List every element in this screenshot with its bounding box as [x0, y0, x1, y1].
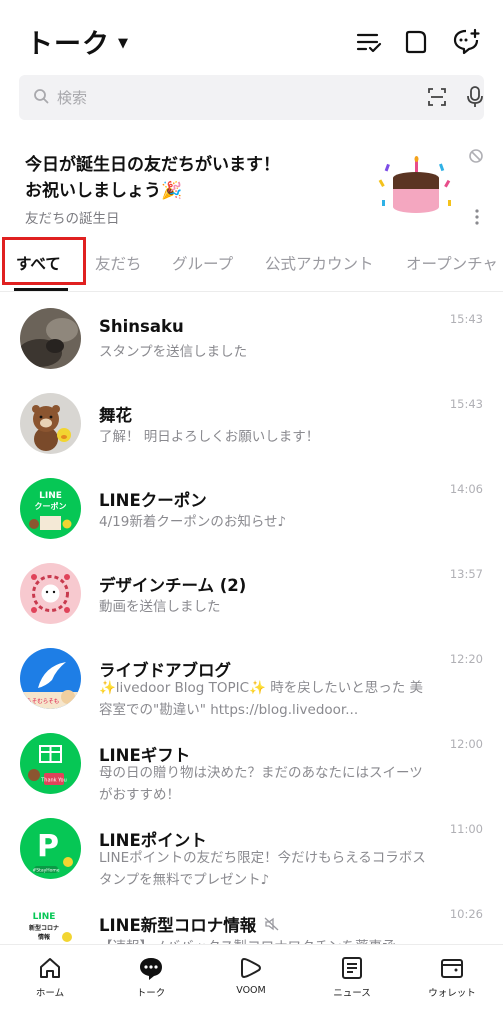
- nav-talk[interactable]: トーク: [111, 955, 191, 999]
- talk-icon: [140, 958, 162, 980]
- svg-text:#StayHome: #StayHome: [32, 868, 59, 874]
- tab-highlight-box: [2, 237, 86, 285]
- chat-filter-tabs: すべて 友だち グループ 公式アカウント オープンチャ: [0, 236, 503, 292]
- muted-icon: [264, 917, 279, 931]
- search-bar[interactable]: 検索: [19, 75, 484, 120]
- svg-text:情報: 情報: [38, 933, 51, 941]
- nav-wallet[interactable]: ウォレット: [412, 955, 492, 999]
- page-title-dropdown[interactable]: トーク ▼: [26, 22, 129, 61]
- chat-row-line-points[interactable]: P #StayHome LINEポイント LINEポイントの友だち限定！今だけも…: [0, 807, 503, 892]
- nav-label: トーク: [136, 988, 166, 999]
- svg-text:LINE: LINE: [33, 912, 56, 922]
- chat-last-message: 了解！ 明日よろしくお願いします！: [99, 429, 320, 445]
- chat-time: 15:43: [449, 397, 483, 411]
- avatar: Thank You: [20, 733, 81, 794]
- microphone-icon[interactable]: [465, 85, 485, 109]
- nav-home[interactable]: ホーム: [10, 955, 90, 999]
- nav-label: ホーム: [35, 988, 65, 999]
- edit-list-icon[interactable]: [355, 28, 383, 56]
- chat-last-message: ✨livedoor Blog TOPIC✨ 時を戻したいと思った 美容室での"勘…: [99, 680, 423, 718]
- avatar: LINE クーポン: [20, 478, 81, 539]
- active-tab-indicator: [14, 288, 68, 291]
- chat-row-design-team[interactable]: デザインチーム (2) 動画を送信しました 13:57: [0, 552, 503, 637]
- nav-label: ウォレット: [428, 988, 476, 999]
- nav-label: ニュース: [333, 988, 371, 999]
- avatar: ひらそむらそも: [20, 648, 81, 709]
- page-title: トーク: [26, 29, 110, 60]
- tab-openchat[interactable]: オープンチャ: [406, 252, 498, 274]
- tab-official-accounts[interactable]: 公式アカウント: [265, 252, 374, 274]
- chat-last-message: 母の日の贈り物は決めた？まだのあなたにはスイーツがおすすめ！: [99, 765, 423, 803]
- chat-time: 15:43: [449, 312, 483, 326]
- chat-name: LINE新型コロナ情報: [99, 912, 280, 936]
- chat-last-message: スタンプを送信しました: [99, 344, 248, 360]
- avatar: [20, 563, 81, 624]
- banner-line-1: 今日が誕生日の友だちがいます！: [25, 155, 280, 175]
- qr-scan-icon[interactable]: [427, 87, 447, 107]
- birthday-banner[interactable]: 今日が誕生日の友だちがいます！ お祝いしましょう🎉 友だちの誕生日: [0, 140, 503, 230]
- chat-time: 10:26: [449, 907, 483, 921]
- chat-last-message: LINEポイントの友だち限定！今だけもらえるコラボスタンプを無料でプレゼント♪: [99, 850, 426, 888]
- chat-row-line-coupon[interactable]: LINE クーポン LINEクーポン 4/19新着クーポンのお知らせ♪ 14:0…: [0, 467, 503, 552]
- bottom-nav: ホーム トーク VOOM ニュース ウォレット: [0, 944, 503, 1024]
- chat-name: 舞花: [99, 406, 132, 425]
- svg-text:ひらそむらそも: ひらそむらそも: [21, 698, 60, 705]
- banner-line-2: お祝いしましょう🎉: [25, 181, 183, 201]
- more-icon[interactable]: [474, 208, 480, 226]
- chat-time: 13:57: [449, 567, 483, 581]
- nav-news[interactable]: ニュース: [312, 955, 392, 999]
- chat-time: 11:00: [449, 822, 483, 836]
- nav-voom[interactable]: VOOM: [211, 955, 291, 996]
- chat-row-line-gift[interactable]: Thank You LINEギフト 母の日の贈り物は決めた？まだのあなたにはスイ…: [0, 722, 503, 807]
- svg-text:P: P: [37, 829, 59, 864]
- wallet-icon: [441, 959, 463, 978]
- hide-icon[interactable]: [468, 148, 484, 164]
- banner-title: 今日が誕生日の友だちがいます！ お祝いしましょう🎉: [25, 152, 345, 204]
- voom-icon: [241, 958, 261, 978]
- square-icon[interactable]: [402, 28, 430, 56]
- tab-groups[interactable]: グループ: [172, 252, 233, 274]
- svg-text:新型コロナ: 新型コロナ: [29, 924, 59, 932]
- new-chat-icon[interactable]: [452, 28, 480, 56]
- nav-label: VOOM: [236, 985, 266, 996]
- chat-last-message: 4/19新着クーポンのお知らせ♪: [99, 514, 287, 530]
- cake-icon: [378, 156, 451, 213]
- chat-name: デザインチーム (2): [99, 576, 247, 595]
- chat-last-message: 動画を送信しました: [99, 599, 221, 615]
- chat-time: 12:00: [449, 737, 483, 751]
- chat-name-text: LINE新型コロナ情報: [99, 916, 257, 935]
- home-icon: [40, 958, 60, 978]
- svg-text:LINE: LINE: [39, 491, 62, 501]
- avatar: [20, 393, 81, 454]
- chat-name: Shinsaku: [99, 317, 184, 336]
- chat-row-maika[interactable]: 舞花 了解！ 明日よろしくお願いします！ 15:43: [0, 382, 503, 467]
- avatar: [20, 308, 81, 369]
- chat-name: LINEクーポン: [99, 491, 207, 510]
- chevron-down-icon: ▼: [118, 36, 129, 51]
- search-placeholder: 検索: [57, 89, 88, 107]
- news-icon: [342, 957, 362, 979]
- banner-subtitle: 友だちの誕生日: [25, 211, 120, 227]
- chat-row-shinsaku[interactable]: Shinsaku スタンプを送信しました 15:43: [0, 297, 503, 382]
- header: トーク ▼: [0, 0, 503, 76]
- svg-text:Thank You: Thank You: [40, 778, 67, 784]
- chat-row-livedoor-blog[interactable]: ひらそむらそも ライブドアブログ ✨livedoor Blog TOPIC✨ 時…: [0, 637, 503, 722]
- search-icon: [34, 89, 49, 104]
- avatar: P #StayHome: [20, 818, 81, 879]
- svg-text:クーポン: クーポン: [35, 501, 67, 511]
- tab-friends[interactable]: 友だち: [95, 252, 142, 274]
- chat-time: 12:20: [449, 652, 483, 666]
- chat-time: 14:06: [449, 482, 483, 496]
